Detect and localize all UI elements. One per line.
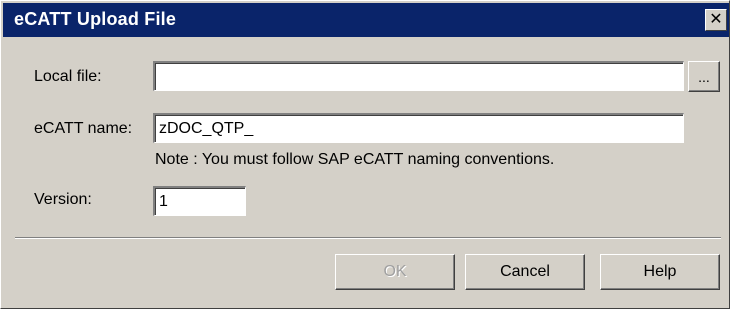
cancel-button[interactable]: Cancel <box>465 254 585 290</box>
version-label: Version: <box>34 191 92 208</box>
ecatt-name-input[interactable] <box>153 113 684 143</box>
separator <box>15 237 721 239</box>
naming-note: Note : You must follow SAP eCATT naming … <box>155 151 555 168</box>
close-button[interactable]: ✕ <box>705 9 727 31</box>
title-bar: eCATT Upload File ✕ <box>3 3 729 37</box>
local-file-label: Local file: <box>34 68 102 85</box>
dialog-title: eCATT Upload File <box>14 9 177 29</box>
version-input[interactable] <box>153 186 246 216</box>
help-button[interactable]: Help <box>600 254 720 290</box>
ecatt-name-label: eCATT name: <box>34 120 133 137</box>
close-icon: ✕ <box>709 11 723 28</box>
ok-button[interactable]: OK <box>335 254 455 290</box>
local-file-input[interactable] <box>153 61 684 91</box>
ecatt-upload-dialog: eCATT Upload File ✕ Local file: ... eCAT… <box>0 0 730 309</box>
browse-button[interactable]: ... <box>688 61 720 92</box>
